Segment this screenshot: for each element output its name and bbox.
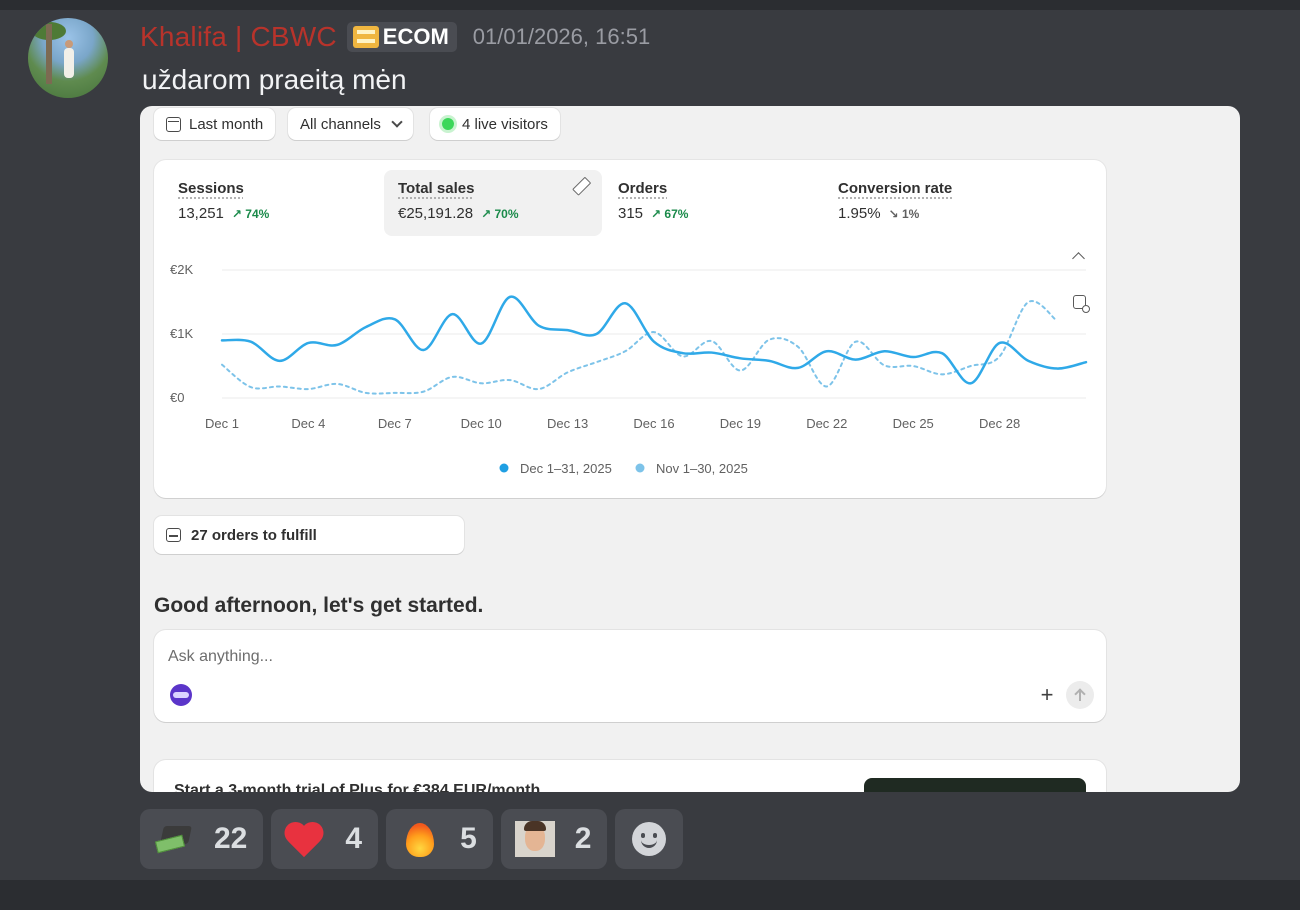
avatar-trunk [46,24,52,84]
promo-text: Start a 3-month trial of Plus for €384 E… [174,782,541,792]
money-printer-icon [154,824,194,854]
reaction-count: 22 [214,822,248,855]
y-tick-label: €0 [170,390,184,405]
reaction-fire[interactable]: 5 [386,809,493,869]
add-reaction-button[interactable] [615,809,684,869]
series-line-current [220,295,1088,385]
x-tick-label: Dec 13 [547,416,588,431]
channels-label: All channels [300,115,381,133]
x-tick-label: Dec 25 [893,416,934,431]
date-range-label: Last month [189,115,264,133]
y-tick-label: €1K [170,326,193,341]
y-tick-label: €2K [170,262,193,277]
user-avatar[interactable] [28,18,108,98]
x-tick-label: Dec 22 [806,416,847,431]
legend-label: Dec 1–31, 2025 [520,461,612,476]
message-timestamp: 01/01/2026, 16:51 [472,24,651,49]
chevron-down-icon [391,116,403,128]
heart-icon [285,821,325,857]
bottom-band [0,880,1300,910]
calendar-icon [166,116,181,132]
reaction-count: 2 [574,822,592,855]
reaction-count: 4 [345,822,363,855]
greeting-heading: Good afternoon, let's get started. [154,594,484,617]
fire-icon [400,819,440,859]
message-header: Khalifa | CBWC ECOM 01/01/2026, 16:51 [140,20,650,54]
orders-to-fulfill-button[interactable]: 27 orders to fulfill [154,516,464,554]
ask-input[interactable] [168,644,968,670]
date-range-button[interactable]: Last month [154,108,276,140]
send-button[interactable] [1066,681,1094,709]
sidekick-icon[interactable] [170,684,192,706]
x-tick-label: Dec 7 [378,416,412,431]
x-tick-label: Dec 4 [291,416,325,431]
avatar-person [64,48,74,78]
channels-dropdown[interactable]: All channels [288,108,413,140]
x-tick-label: Dec 19 [720,416,761,431]
ask-box[interactable]: + [154,630,1106,722]
promo-card[interactable]: Start a 3-month trial of Plus for €384 E… [154,760,1106,792]
live-status-dot [442,118,454,130]
avatar-head [65,40,73,48]
reaction-custom-face[interactable]: 2 [500,809,608,869]
x-tick-label: Dec 1 [205,416,239,431]
reaction-count: 5 [460,822,477,855]
face-emoji-icon [514,821,555,857]
reactions-bar: 22 4 5 2 [140,809,684,869]
metrics-card: Sessions 13,251 ↗ 74% Total sales €25,191… [154,160,1106,498]
x-tick-label: Dec 10 [461,416,502,431]
role-tag[interactable]: ECOM [346,22,457,52]
reaction-money-printer[interactable]: 22 [140,809,264,869]
legend-swatch [499,463,509,473]
money-stack-icon [352,26,379,48]
x-tick-label: Dec 16 [633,416,674,431]
inbox-icon [166,528,181,542]
legend-swatch [635,463,645,473]
smile-icon [632,822,667,856]
reaction-heart[interactable]: 4 [271,809,379,869]
top-band [0,0,1300,10]
live-visitors-button[interactable]: 4 live visitors [430,108,560,140]
username[interactable]: Khalifa | CBWC [140,21,337,53]
promo-image [864,778,1086,792]
role-tag-label: ECOM [382,24,449,49]
message-text: uždarom praeitą mėn [142,64,407,95]
series-line-previous [221,300,1059,395]
add-attachment-button[interactable]: + [1036,684,1058,706]
fulfill-label: 27 orders to fulfill [191,526,317,544]
sales-line-chart: €0 €1K €2K Dec 1 Dec 4 Dec 7 Dec 10 Dec 13 Dec 1… [170,262,1088,476]
x-tick-label: Dec 28 [979,416,1020,431]
legend-label: Nov 1–30, 2025 [656,461,748,476]
live-visitors-label: 4 live visitors [462,115,548,133]
attached-screenshot[interactable]: Last month All channels 4 live visitors … [140,106,1240,792]
